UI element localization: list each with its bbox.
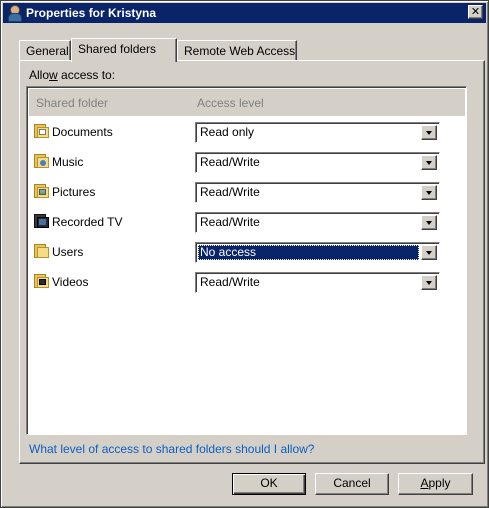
access-level-value: Read/Write: [200, 155, 260, 169]
access-level-dropdown[interactable]: Read/Write: [195, 212, 440, 233]
folder-name: Videos: [52, 275, 89, 289]
cancel-button[interactable]: Cancel: [315, 473, 389, 495]
list-item: Users No access: [29, 240, 465, 270]
title-bar[interactable]: Properties for Kristyna ✕: [3, 3, 486, 23]
allow-access-label: Allow access to:: [29, 68, 116, 82]
access-help-link[interactable]: What level of access to shared folders s…: [29, 442, 314, 456]
folder-name: Users: [52, 245, 84, 259]
folder-name: Documents: [52, 125, 113, 139]
access-level-value: Read/Write: [200, 215, 260, 229]
chevron-down-icon[interactable]: [421, 215, 437, 230]
access-level-value: Read only: [200, 125, 255, 139]
tab-remote-web-access[interactable]: Remote Web Access: [177, 40, 297, 60]
chevron-down-icon[interactable]: [421, 185, 437, 200]
chevron-down-icon[interactable]: [421, 275, 437, 290]
list-item: Pictures Read/Write: [29, 180, 465, 210]
list-item: Videos Read/Write: [29, 270, 465, 300]
recorded-tv-folder-icon: [34, 214, 49, 228]
properties-dialog: Properties for Kristyna ✕ General Shared…: [0, 0, 489, 508]
shared-folders-panel: Allow access to: Shared folder Access le…: [19, 60, 485, 464]
chevron-down-icon[interactable]: [421, 155, 437, 170]
folder-name: Music: [52, 155, 84, 169]
users-folder-icon: [34, 244, 49, 258]
list-item: Recorded TV Read/Write: [29, 210, 465, 240]
apply-button[interactable]: Apply: [398, 473, 473, 495]
column-header-access-level: Access level: [197, 96, 264, 110]
access-level-dropdown[interactable]: Read/Write: [195, 152, 440, 173]
folder-name: Pictures: [52, 185, 96, 199]
access-level-dropdown[interactable]: Read only: [195, 122, 440, 143]
close-button[interactable]: ✕: [468, 5, 483, 19]
list-item: Documents Read only: [29, 120, 465, 150]
access-level-value: No access: [198, 245, 419, 260]
videos-folder-icon: [34, 274, 49, 288]
access-level-value: Read/Write: [200, 275, 260, 289]
tab-general[interactable]: General: [19, 40, 71, 60]
window-title: Properties for Kristyna: [26, 6, 157, 20]
access-level-dropdown[interactable]: No access: [195, 242, 440, 263]
user-icon: [7, 5, 22, 22]
list-header: Shared folder Access level: [29, 89, 465, 116]
chevron-down-icon[interactable]: [421, 125, 437, 140]
access-level-dropdown[interactable]: Read/Write: [195, 272, 440, 293]
list-item: Music Read/Write: [29, 150, 465, 180]
ok-button[interactable]: OK: [232, 473, 306, 495]
access-level-dropdown[interactable]: Read/Write: [195, 182, 440, 203]
music-folder-icon: [34, 154, 49, 168]
shared-folder-list: Shared folder Access level Documents Rea…: [26, 86, 467, 435]
access-level-value: Read/Write: [200, 185, 260, 199]
chevron-down-icon[interactable]: [421, 245, 437, 260]
folder-name: Recorded TV: [52, 215, 123, 229]
documents-folder-icon: [34, 124, 49, 138]
column-header-shared-folder: Shared folder: [36, 96, 109, 110]
tab-shared-folders[interactable]: Shared folders: [71, 38, 177, 62]
pictures-folder-icon: [34, 184, 49, 198]
